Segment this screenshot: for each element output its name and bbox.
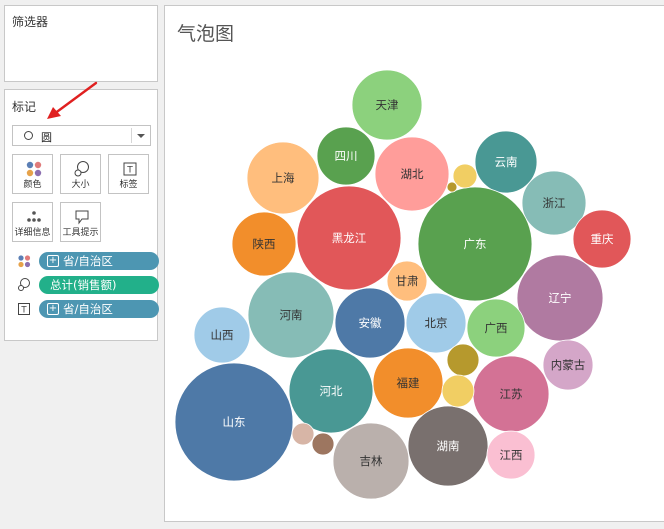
tooltip-icon	[75, 210, 89, 225]
bubble-label: 山西	[211, 328, 234, 342]
bubble-label: 山东	[223, 415, 246, 429]
bubble-label: 甘肃	[396, 274, 419, 288]
bubble-unlabeled-30[interactable]	[311, 432, 335, 456]
bubble-安徽[interactable]: 安徽	[334, 287, 406, 359]
mark-type-label: 圆	[41, 131, 52, 144]
label-field-label: 省/自治区	[63, 302, 113, 316]
bubble-label: 广东	[464, 237, 487, 251]
dropdown-separator	[131, 128, 132, 143]
bubble-辽宁[interactable]: 辽宁	[516, 254, 604, 342]
bubble-山西[interactable]: 山西	[193, 306, 251, 364]
bubble-label: 安徽	[359, 316, 382, 330]
bubble-陕西[interactable]: 陕西	[231, 211, 297, 277]
bubble-label: 北京	[425, 316, 448, 330]
bubble-湖北[interactable]: 湖北	[374, 136, 450, 212]
color-dots-icon	[18, 255, 31, 268]
label-button-label: 标签	[119, 180, 138, 190]
bubble-江西[interactable]: 江西	[486, 430, 536, 480]
color-dots-icon	[26, 161, 42, 177]
bubble-circle[interactable]	[441, 374, 475, 408]
bubble-circle[interactable]	[446, 181, 458, 193]
bubble-label: 陕西	[253, 237, 276, 251]
color-button-label: 颜色	[23, 180, 42, 190]
bubble-label: 湖南	[437, 439, 460, 453]
bubble-label: 四川	[335, 149, 358, 163]
bubble-chart: 天津四川湖北 云南上海浙江陕西 黑龙江 广东 重庆甘肃辽宁河南安徽 北京 广西山西内蒙古河北…	[174, 69, 632, 500]
bubble-湖南[interactable]: 湖南	[407, 405, 489, 487]
bubble-label: 河南	[280, 308, 303, 322]
bubble-label: 福建	[397, 376, 420, 390]
marks-title: 标记	[12, 100, 37, 114]
label-button[interactable]: T 标签	[108, 154, 149, 194]
detail-button[interactable]: 详细信息	[12, 202, 53, 242]
bubble-内蒙古[interactable]: 内蒙古	[542, 339, 594, 391]
bubble-吉林[interactable]: 吉林	[332, 422, 410, 500]
bubble-江苏[interactable]: 江苏	[472, 355, 550, 433]
size-icon	[18, 278, 30, 291]
bubble-黑龙江[interactable]: 黑龙江	[296, 185, 402, 291]
bubble-label: 黑龙江	[332, 231, 367, 245]
size-field-label: 总计(销售额)	[50, 278, 117, 292]
size-field-pill[interactable]: 总计(销售额)	[39, 276, 159, 294]
svg-text:T: T	[126, 166, 133, 176]
size-icon	[74, 161, 89, 177]
bubble-label: 吉林	[360, 454, 383, 468]
bubble-label: 云南	[495, 155, 518, 169]
bubble-circle[interactable]	[446, 343, 480, 377]
bubble-unlabeled-29[interactable]	[291, 422, 315, 446]
bubble-重庆[interactable]: 重庆	[572, 209, 632, 269]
bubble-label: 广西	[485, 321, 508, 335]
bubble-北京[interactable]: 北京	[405, 292, 467, 354]
expand-plus-icon[interactable]: +	[47, 255, 59, 267]
bubble-label: 浙江	[543, 196, 566, 210]
bubble-label: 江西	[500, 448, 523, 462]
bubble-天津[interactable]: 天津	[351, 69, 423, 141]
tooltip-button-label: 工具提示	[62, 228, 99, 238]
mark-type-dropdown[interactable]: 圆	[12, 125, 151, 146]
color-button[interactable]: 颜色	[12, 154, 53, 194]
color-field-pill[interactable]: + 省/自治区	[39, 252, 159, 270]
label-icon: T	[123, 162, 137, 176]
bubble-circle[interactable]	[291, 422, 315, 446]
bubble-上海[interactable]: 上海	[246, 141, 320, 215]
bubble-label: 江苏	[500, 387, 523, 401]
annotation-arrow-icon	[47, 81, 98, 119]
bubble-label: 内蒙古	[551, 358, 586, 372]
detail-button-label: 详细信息	[14, 228, 51, 238]
label-field-pill[interactable]: + 省/自治区	[39, 300, 159, 318]
bubble-河南[interactable]: 河南	[247, 271, 335, 359]
bubble-unlabeled-26[interactable]	[446, 181, 458, 193]
detail-dots-icon	[27, 211, 41, 222]
chevron-down-icon[interactable]	[137, 134, 145, 138]
bubble-label: 上海	[272, 171, 295, 185]
filters-title: 筛选器	[12, 15, 49, 29]
size-button-label: 大小	[71, 180, 90, 190]
bubble-福建[interactable]: 福建	[372, 347, 444, 419]
bubble-label: 辽宁	[549, 291, 572, 305]
bubble-广西[interactable]: 广西	[466, 298, 526, 358]
bubble-label: 重庆	[591, 232, 614, 246]
bubble-河北[interactable]: 河北	[288, 348, 374, 434]
bubble-unlabeled-27[interactable]	[446, 343, 480, 377]
bubble-山东[interactable]: 山东	[174, 362, 294, 482]
expand-plus-icon[interactable]: +	[47, 303, 59, 315]
bubble-甘肃[interactable]: 甘肃	[386, 260, 428, 302]
bubble-label: 湖北	[401, 167, 424, 181]
size-button[interactable]: 大小	[60, 154, 101, 194]
filters-shelf[interactable]: 筛选器	[4, 5, 158, 82]
tooltip-button[interactable]: 工具提示	[60, 202, 101, 242]
bubble-四川[interactable]: 四川	[316, 126, 376, 186]
svg-text:T: T	[20, 306, 27, 316]
viz-area: 气泡图 天津 四川 湖北 云南 上海 浙江 陕西 黑龙江 广东 重庆 甘肃 辽宁 河南 安徽 北京 广西 山西内…	[164, 5, 664, 522]
color-field-label: 省/自治区	[63, 254, 113, 268]
bubble-广东[interactable]: 广东	[417, 186, 533, 302]
marks-card: 标记 圆 颜色 大小 T 标签 详细信息 工具提示 + 省/自治区 总计(销售额…	[4, 89, 159, 341]
bubble-云南[interactable]: 云南	[474, 130, 538, 194]
bubble-label: 河北	[320, 384, 343, 398]
bubble-unlabeled-28[interactable]	[441, 374, 475, 408]
bubble-label: 天津	[376, 98, 399, 112]
bubble-circle[interactable]	[311, 432, 335, 456]
circle-icon	[24, 131, 33, 140]
label-icon: T	[18, 303, 30, 316]
